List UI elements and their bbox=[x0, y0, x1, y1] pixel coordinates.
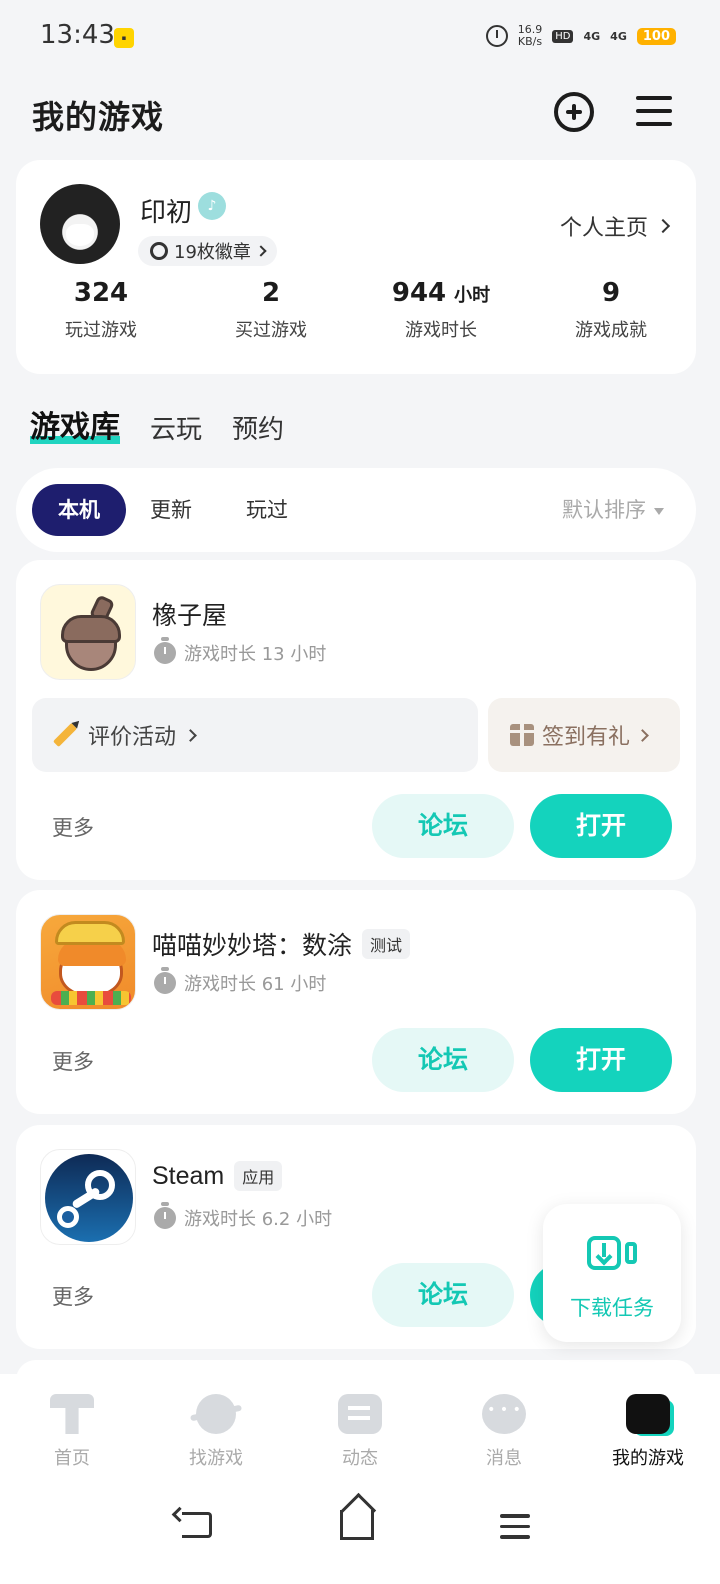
nav-messages[interactable]: 消息 bbox=[432, 1374, 576, 1484]
game-title[interactable]: 喵喵妙妙塔：数涂 测试 bbox=[152, 926, 411, 962]
forum-button[interactable]: 论坛 bbox=[372, 794, 514, 858]
gamepad-icon bbox=[626, 1394, 670, 1434]
gift-icon bbox=[508, 724, 536, 746]
download-icon bbox=[587, 1236, 621, 1270]
stopwatch-icon bbox=[154, 967, 176, 994]
status-time: 13:43 bbox=[40, 20, 115, 50]
stat-bought[interactable]: 2 买过游戏 bbox=[186, 278, 356, 342]
stat-playtime[interactable]: 944 小时 游戏时长 bbox=[356, 278, 526, 342]
page-title: 我的游戏 bbox=[32, 98, 165, 136]
avatar[interactable] bbox=[40, 184, 120, 264]
app-header: 我的游戏 bbox=[0, 80, 720, 146]
home-button-icon[interactable] bbox=[340, 1510, 374, 1540]
game-card: 橡子屋 游戏时长 13 小时 评价活动 签到有礼 更多 论坛 打开 bbox=[16, 560, 696, 880]
medal-icon bbox=[150, 242, 168, 260]
filter-bar: 本机 更新 玩过 默认排序 bbox=[16, 468, 696, 552]
homepage-link[interactable]: 个人主页 bbox=[559, 210, 671, 242]
nav-my-games[interactable]: 我的游戏 bbox=[576, 1374, 720, 1484]
feed-icon bbox=[338, 1394, 382, 1434]
forum-button[interactable]: 论坛 bbox=[372, 1028, 514, 1092]
nav-find-games[interactable]: 找游戏 bbox=[144, 1374, 288, 1484]
download-label: 下载任务 bbox=[570, 1296, 654, 1320]
message-icon bbox=[482, 1394, 526, 1434]
profile-card: 印初 ♪ 19枚徽章 个人主页 324 玩过游戏 2 买过游戏 944 小时 游戏… bbox=[16, 160, 696, 374]
more-button[interactable]: 更多 bbox=[52, 812, 94, 842]
pencil-icon bbox=[52, 722, 78, 748]
stat-achievements[interactable]: 9 游戏成就 bbox=[526, 278, 696, 342]
tab-reserve[interactable]: 预约 bbox=[232, 409, 284, 446]
home-icon bbox=[50, 1394, 94, 1434]
status-right: 16.9 KB/s HD 4G 4G 100 bbox=[485, 23, 676, 48]
battery-icon: 100 bbox=[636, 27, 676, 45]
app-badge: 应用 bbox=[234, 1161, 283, 1191]
filter-played[interactable]: 玩过 bbox=[246, 484, 288, 536]
status-bar: 13:43 ▪ 16.9 KB/s HD 4G 4G 100 bbox=[0, 0, 720, 76]
notification-icon: ▪ bbox=[114, 28, 134, 48]
tab-library[interactable]: 游戏库 bbox=[30, 402, 120, 446]
signal-icon-2: 4G bbox=[610, 29, 627, 43]
menu-icon[interactable] bbox=[636, 96, 672, 128]
chevron-right-icon bbox=[255, 245, 267, 257]
game-icon-steam[interactable] bbox=[40, 1149, 136, 1245]
net-speed: 16.9 KB/s bbox=[517, 23, 543, 48]
tab-cloud[interactable]: 云玩 bbox=[150, 409, 202, 446]
add-game-button[interactable] bbox=[554, 92, 594, 132]
bottom-nav: 首页 找游戏 动态 消息 我的游戏 bbox=[0, 1374, 720, 1484]
filter-updates[interactable]: 更新 bbox=[150, 484, 192, 536]
recent-apps-icon[interactable] bbox=[500, 1514, 530, 1546]
game-card: 喵喵妙妙塔：数涂 测试 游戏时长 61 小时 更多 论坛 打开 bbox=[16, 890, 696, 1114]
profile-name: 印初 bbox=[140, 198, 193, 228]
game-icon-acorn[interactable] bbox=[40, 584, 136, 680]
sort-dropdown[interactable]: 默认排序 bbox=[562, 484, 664, 536]
stopwatch-icon bbox=[154, 637, 176, 664]
chevron-right-icon bbox=[184, 728, 197, 742]
verified-icon: ♪ bbox=[198, 192, 226, 220]
more-button[interactable]: 更多 bbox=[52, 1046, 94, 1076]
system-nav-bar bbox=[0, 1484, 720, 1584]
badges-button[interactable]: 19枚徽章 bbox=[138, 236, 277, 266]
chevron-right-icon bbox=[655, 218, 671, 234]
hd-icon: HD bbox=[552, 29, 574, 43]
signin-gift-button[interactable]: 签到有礼 bbox=[488, 698, 680, 772]
open-button[interactable]: 打开 bbox=[530, 1028, 672, 1092]
open-button[interactable]: 打开 bbox=[530, 794, 672, 858]
signal-icon-1: 4G bbox=[583, 29, 601, 43]
test-badge: 测试 bbox=[362, 929, 411, 959]
game-icon-cat[interactable] bbox=[40, 914, 136, 1010]
planet-icon bbox=[196, 1394, 236, 1434]
profile-stats: 324 玩过游戏 2 买过游戏 944 小时 游戏时长 9 游戏成就 bbox=[16, 278, 696, 342]
homepage-label: 个人主页 bbox=[559, 216, 648, 241]
nav-home[interactable]: 首页 bbox=[0, 1374, 144, 1484]
chevron-right-icon bbox=[636, 728, 649, 742]
game-playtime: 游戏时长 61 小时 bbox=[154, 967, 326, 996]
forum-button[interactable]: 论坛 bbox=[372, 1263, 514, 1327]
back-icon[interactable] bbox=[182, 1512, 212, 1538]
game-title[interactable]: Steam 应用 bbox=[152, 1161, 283, 1191]
review-activity-button[interactable]: 评价活动 bbox=[32, 698, 478, 772]
game-playtime: 游戏时长 13 小时 bbox=[154, 637, 326, 666]
badges-label: 19枚徽章 bbox=[174, 242, 251, 263]
nav-feed[interactable]: 动态 bbox=[288, 1374, 432, 1484]
stat-played[interactable]: 324 玩过游戏 bbox=[16, 278, 186, 342]
section-tabs: 游戏库 云玩 预约 bbox=[30, 396, 284, 446]
more-button[interactable]: 更多 bbox=[52, 1281, 94, 1311]
alarm-icon bbox=[485, 25, 508, 47]
filter-local[interactable]: 本机 bbox=[32, 484, 126, 536]
game-playtime: 游戏时长 6.2 小时 bbox=[154, 1202, 332, 1231]
stopwatch-icon bbox=[154, 1202, 176, 1229]
download-tasks-button[interactable]: 下载任务 bbox=[543, 1204, 681, 1342]
game-title[interactable]: 橡子屋 bbox=[152, 596, 227, 632]
